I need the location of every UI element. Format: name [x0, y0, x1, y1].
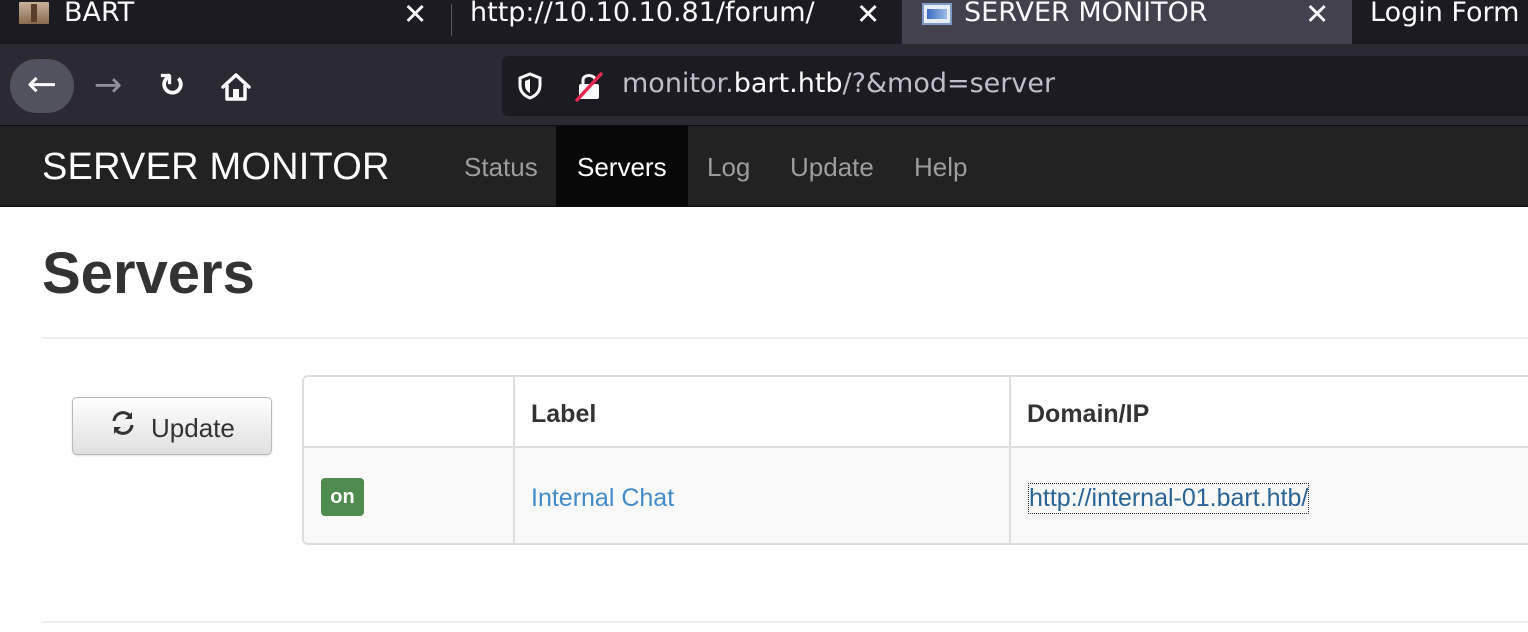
- footer-divider: [42, 621, 1528, 623]
- tab-forum[interactable]: http://10.10.10.81/forum/ ✕: [452, 0, 902, 44]
- refresh-icon: [112, 411, 134, 435]
- nav-item-status[interactable]: Status: [464, 126, 538, 206]
- title-divider: [42, 337, 1528, 339]
- url-path: /?&mod=server: [842, 68, 1056, 99]
- forward-arrow-icon: →: [93, 65, 123, 105]
- servers-table: Label Domain/IP on Internal Chat http://…: [302, 375, 1528, 545]
- browser-tab-strip: BART ✕ http://10.10.10.81/forum/ ✕ SERVE…: [0, 0, 1528, 44]
- column-divider: [1009, 377, 1011, 543]
- tab-close-icon[interactable]: ✕: [856, 0, 880, 29]
- tab-title: SERVER MONITOR: [964, 0, 1208, 28]
- nav-item-servers[interactable]: Servers: [556, 126, 688, 206]
- nav-item-log[interactable]: Log: [707, 126, 750, 206]
- tab-login-form[interactable]: Login Form: [1352, 0, 1528, 44]
- back-arrow-icon: ←: [26, 64, 58, 105]
- nav-item-help[interactable]: Help: [914, 126, 967, 206]
- server-domain-link[interactable]: http://internal-01.bart.htb/: [1027, 483, 1310, 514]
- app-navbar: SERVER MONITOR Status Servers Log Update…: [0, 126, 1528, 207]
- shield-icon[interactable]: [518, 72, 542, 100]
- url-subdomain: monitor.: [622, 68, 734, 99]
- browser-toolbar: ← → ↻ monitor.bart.htb/?&mod=server: [0, 44, 1528, 126]
- server-label-link[interactable]: Internal Chat: [531, 484, 674, 513]
- url-bar[interactable]: monitor.bart.htb/?&mod=server: [502, 56, 1528, 116]
- tab-close-icon[interactable]: ✕: [403, 0, 427, 29]
- brand-title[interactable]: SERVER MONITOR: [42, 146, 390, 189]
- header-divider: [304, 446, 1528, 448]
- tab-title: BART: [64, 0, 135, 28]
- update-button-label: Update: [151, 413, 235, 443]
- tab-title: Login Form: [1370, 0, 1520, 28]
- nav-item-update[interactable]: Update: [790, 126, 874, 206]
- column-divider: [513, 377, 515, 543]
- insecure-lock-icon[interactable]: [574, 70, 604, 102]
- home-icon: [221, 73, 251, 101]
- column-header-label[interactable]: Label: [531, 400, 596, 429]
- tab-bart[interactable]: BART ✕: [0, 0, 450, 44]
- reload-icon: ↻: [158, 66, 186, 104]
- forward-button[interactable]: →: [86, 59, 130, 113]
- update-button[interactable]: Update: [72, 397, 272, 455]
- url-text[interactable]: monitor.bart.htb/?&mod=server: [622, 68, 1055, 99]
- page-title: Servers: [42, 241, 255, 306]
- status-badge: on: [321, 478, 364, 516]
- table-row: [304, 448, 1528, 543]
- column-header-domain[interactable]: Domain/IP: [1027, 400, 1149, 429]
- tab-close-icon[interactable]: ✕: [1305, 0, 1329, 29]
- server-monitor-favicon-icon: [922, 3, 952, 25]
- home-button[interactable]: [212, 59, 260, 113]
- bart-favicon-icon: [19, 2, 49, 24]
- back-button[interactable]: ←: [10, 59, 74, 113]
- tab-server-monitor[interactable]: SERVER MONITOR ✕: [902, 0, 1352, 44]
- reload-button[interactable]: ↻: [150, 59, 194, 113]
- tab-title: http://10.10.10.81/forum/: [470, 0, 815, 28]
- url-host: bart.htb: [733, 68, 843, 99]
